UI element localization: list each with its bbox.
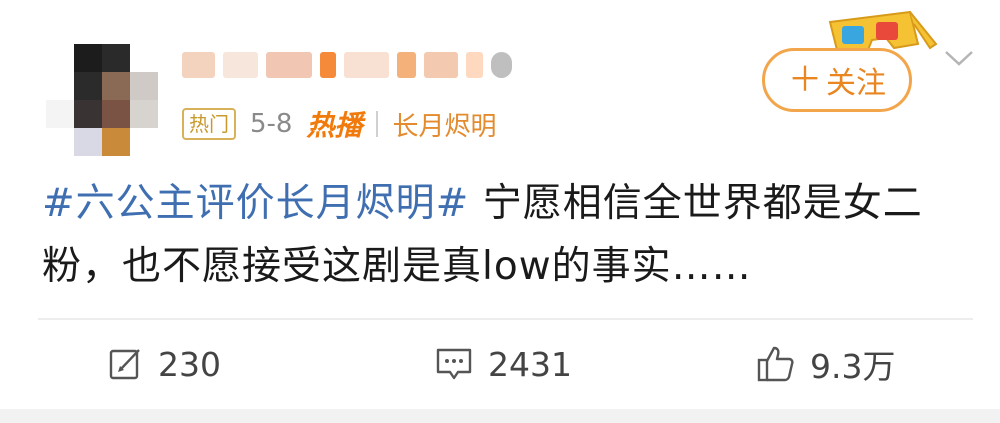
- post-meta: 热门 5-8 热播 长月烬明: [182, 104, 497, 144]
- avatar[interactable]: [46, 44, 158, 156]
- username-blurred[interactable]: [182, 44, 512, 86]
- divider: [38, 318, 973, 320]
- follow-button[interactable]: ＋ 关注: [762, 48, 912, 112]
- plus-icon: ＋: [788, 60, 822, 100]
- like-button[interactable]: 9.3万: [756, 340, 895, 388]
- hashtag-link[interactable]: #六公主评价长月烬明#: [42, 181, 469, 226]
- topic-link[interactable]: 长月烬明: [392, 106, 496, 143]
- post-text-line2: 粉，也不愿接受这剧是真low的事实……: [42, 244, 752, 289]
- chevron-down-icon[interactable]: [944, 48, 974, 68]
- comment-icon: [436, 348, 472, 380]
- thumbs-up-icon: [757, 346, 794, 382]
- post-date: 5-8: [250, 109, 293, 139]
- repost-count: 230: [158, 344, 221, 384]
- repost-icon: [109, 349, 140, 380]
- hot-badge: 热门: [182, 108, 236, 140]
- hot-broadcast-label[interactable]: 热播: [306, 104, 362, 144]
- like-count: 9.3万: [810, 347, 896, 386]
- post-text-line1: 宁愿相信全世界都是女二: [469, 181, 923, 226]
- comment-count: 2431: [488, 344, 572, 384]
- comment-button[interactable]: 2431: [434, 340, 572, 388]
- post-text: #六公主评价长月烬明# 宁愿相信全世界都是女二 粉，也不愿接受这剧是真low的事…: [42, 172, 972, 298]
- meta-separator: [376, 111, 379, 137]
- bottom-separator: [0, 409, 1000, 423]
- repost-button[interactable]: 230: [108, 340, 221, 388]
